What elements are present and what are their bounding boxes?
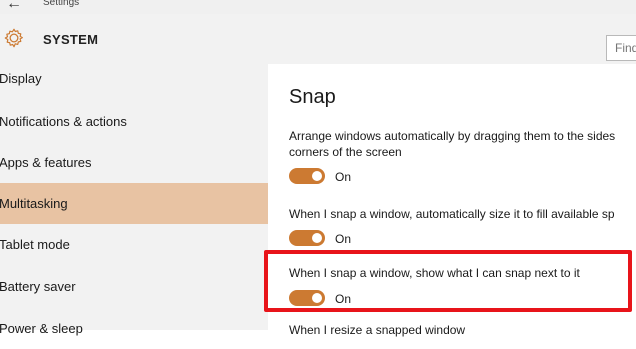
toggle-knob — [312, 233, 322, 243]
setting-description: Arrange windows automatically by draggin… — [289, 129, 616, 159]
gear-icon — [4, 28, 23, 48]
sidebar-item-apps[interactable]: Apps & features — [0, 142, 268, 183]
sidebar-item-battery-saver[interactable]: Battery saver — [0, 266, 268, 307]
window-title: Settings — [43, 0, 80, 8]
sidebar-item-label: Display — [0, 71, 42, 86]
sidebar-item-power-sleep[interactable]: Power & sleep — [0, 308, 268, 349]
page-title: Snap — [289, 86, 336, 108]
setting-description: When I resize a snapped window — [289, 323, 466, 337]
toggle-knob — [312, 171, 322, 181]
sidebar-item-label: Multitasking — [0, 196, 68, 211]
setting-description: When I snap a window, automatically size… — [289, 207, 615, 221]
search-input[interactable] — [607, 36, 636, 60]
sidebar-item-label: Power & sleep — [0, 321, 83, 336]
sidebar-item-display[interactable]: Display — [0, 58, 268, 99]
sidebar-item-notifications[interactable]: Notifications & actions — [0, 101, 268, 142]
window-titlebar: ← Settings — [0, 0, 636, 15]
sidebar-item-multitasking[interactable]: Multitasking — [0, 183, 268, 224]
sidebar-item-label: Battery saver — [0, 279, 76, 294]
section-title: SYSTEM — [43, 32, 99, 47]
settings-header: SYSTEM — [0, 14, 636, 64]
toggle-state-label: On — [335, 170, 352, 184]
highlight-box — [264, 250, 632, 312]
sidebar-item-tablet-mode[interactable]: Tablet mode — [0, 224, 268, 265]
toggle-state-label: On — [335, 232, 352, 246]
snap-autosize-toggle[interactable] — [289, 230, 325, 246]
sidebar-item-label: Notifications & actions — [0, 114, 127, 129]
sidebar: Display Notifications & actions Apps & f… — [0, 64, 268, 336]
sidebar-item-label: Tablet mode — [0, 237, 70, 252]
sidebar-item-label: Apps & features — [0, 155, 92, 170]
snap-arrange-toggle[interactable] — [289, 168, 325, 184]
back-arrow-icon[interactable]: ← — [6, 0, 22, 13]
search-box[interactable] — [606, 35, 636, 61]
